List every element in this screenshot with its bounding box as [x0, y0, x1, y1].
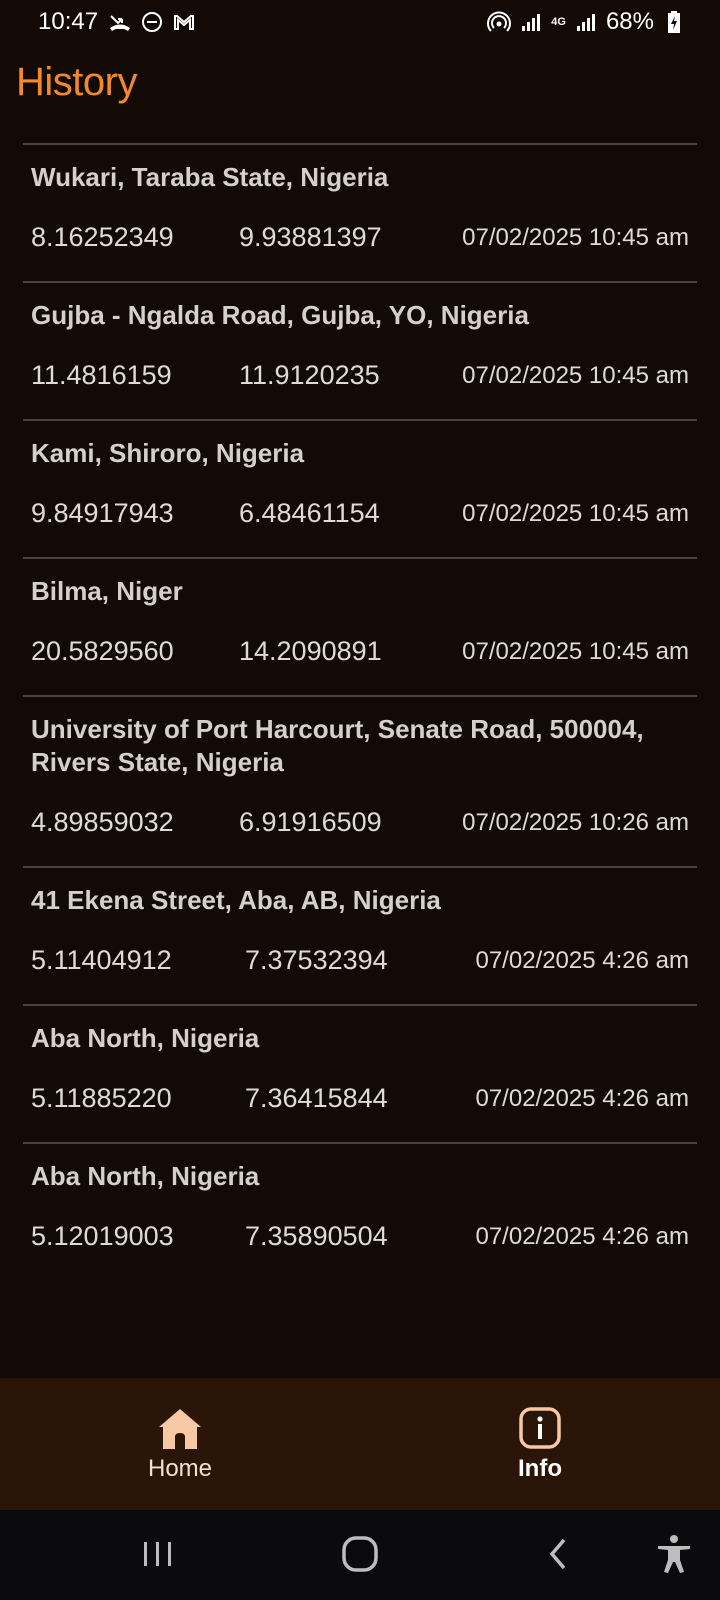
- bottom-nav: Home Info: [0, 1378, 720, 1510]
- status-time: 10:47: [38, 8, 99, 35]
- history-latitude: 4.89859032: [31, 807, 174, 837]
- history-place-name: Aba North, Nigeria: [31, 1023, 260, 1053]
- history-list-item[interactable]: Kami, Shiroro, Nigeria 9.84917943 6.484611…: [23, 419, 697, 557]
- status-left: 10:47: [38, 8, 196, 36]
- history-list-item[interactable]: University of Port Harcourt, Senate Road…: [23, 695, 697, 866]
- history-place-name: 41 Ekena Street, Aba, AB, Nigeria: [31, 885, 441, 915]
- battery-percent: 68%: [605, 8, 654, 35]
- history-place-name: University of Port Harcourt, Senate Road…: [31, 714, 644, 777]
- back-icon[interactable]: [536, 1530, 584, 1578]
- signal-icon: [522, 14, 541, 31]
- history-latitude: 20.5829560: [31, 636, 174, 666]
- history-list-item[interactable]: Bilma, Niger 20.5829560 14.2090891 07/02/20…: [23, 557, 697, 695]
- history-values-row: 4.89859032 6.91916509 07/02/2025 10:26 am: [31, 807, 689, 838]
- history-latitude: 8.16252349: [31, 222, 174, 252]
- history-latitude: 5.11885220: [31, 1083, 172, 1113]
- nav-info-button[interactable]: Info: [360, 1378, 720, 1510]
- history-values-row: 5.12019003 7.35890504 07/02/2025 4:26 am: [31, 1221, 689, 1252]
- history-place-name: Kami, Shiroro, Nigeria: [31, 438, 305, 468]
- history-values-row: 20.5829560 14.2090891 07/02/2025 10:45 am: [31, 636, 689, 667]
- status-bar: 10:47 4G 68%: [0, 0, 720, 46]
- nav-home-button[interactable]: Home: [0, 1378, 360, 1510]
- history-longitude: 11.9120235: [239, 360, 380, 390]
- history-list-item[interactable]: Wukari, Taraba State, Nigeria 8.16252349 9…: [23, 143, 697, 281]
- history-longitude: 7.36415844: [245, 1083, 388, 1113]
- history-longitude: 6.48461154: [239, 498, 380, 528]
- page-title: History: [16, 60, 137, 104]
- history-place-name: Wukari, Taraba State, Nigeria: [31, 162, 389, 192]
- history-place-name: Aba North, Nigeria: [31, 1161, 260, 1191]
- nav-home-label: Home: [147, 1455, 213, 1482]
- status-notification-icons: [108, 10, 196, 34]
- history-list-item[interactable]: Aba North, Nigeria 5.12019003 7.35890504 07…: [23, 1142, 697, 1280]
- info-icon: [519, 1407, 561, 1449]
- history-latitude: 5.11404912: [31, 945, 172, 975]
- history-values-row: 8.16252349 9.93881397 07/02/2025 10:45 am: [31, 222, 689, 253]
- history-longitude: 14.2090891: [239, 636, 382, 666]
- history-values-row: 5.11885220 7.36415844 07/02/2025 4:26 am: [31, 1083, 689, 1114]
- history-latitude: 11.4816159: [31, 360, 172, 390]
- battery-charging-icon: [668, 11, 680, 33]
- history-timestamp: 07/02/2025 10:45 am: [462, 223, 689, 251]
- signal-icon-2: [576, 14, 595, 31]
- history-values-row: 9.84917943 6.48461154 07/02/2025 10:45 am: [31, 498, 689, 529]
- history-timestamp: 07/02/2025 10:26 am: [462, 808, 689, 836]
- history-list-item[interactable]: Aba North, Nigeria 5.11885220 7.36415844 07…: [23, 1004, 697, 1142]
- history-timestamp: 07/02/2025 10:45 am: [462, 361, 689, 389]
- history-place-name: Gujba - Ngalda Road, Gujba, YO, Nigeria: [31, 300, 529, 330]
- history-values-row: 5.11404912 7.37532394 07/02/2025 4:26 am: [31, 945, 689, 976]
- history-timestamp: 07/02/2025 10:45 am: [462, 499, 689, 527]
- history-longitude: 9.93881397: [239, 222, 382, 252]
- network-type-label: 4G: [551, 15, 566, 28]
- accessibility-icon[interactable]: [650, 1530, 698, 1578]
- hotspot-icon: [487, 11, 512, 32]
- system-nav-bar: [0, 1510, 720, 1600]
- history-timestamp: 07/02/2025 4:26 am: [475, 1084, 689, 1112]
- history-longitude: 7.35890504: [245, 1221, 388, 1251]
- missed-call-icon: [110, 15, 131, 31]
- status-right: 4G 68%: [487, 8, 686, 36]
- gmail-icon: [174, 15, 195, 30]
- history-list-item[interactable]: Gujba - Ngalda Road, Gujba, YO, Nigeria 1…: [23, 281, 697, 419]
- history-list-item[interactable]: 41 Ekena Street, Aba, AB, Nigeria 5.11404…: [23, 866, 697, 1004]
- history-latitude: 5.12019003: [31, 1221, 174, 1251]
- nav-info-label: Info: [518, 1455, 562, 1482]
- history-values-row: 11.4816159 11.9120235 07/02/2025 10:45 am: [31, 360, 689, 391]
- do-not-disturb-icon: [142, 12, 163, 32]
- home-system-icon[interactable]: [336, 1530, 384, 1578]
- history-place-name: Bilma, Niger: [31, 576, 183, 606]
- history-latitude: 9.84917943: [31, 498, 174, 528]
- history-longitude: 6.91916509: [239, 807, 382, 837]
- history-timestamp: 07/02/2025 4:26 am: [475, 946, 689, 974]
- history-timestamp: 07/02/2025 4:26 am: [475, 1222, 689, 1250]
- history-longitude: 7.37532394: [245, 945, 388, 975]
- history-list[interactable]: Wukari, Taraba State, Nigeria 8.16252349 9…: [23, 143, 697, 1377]
- history-timestamp: 07/02/2025 10:45 am: [462, 637, 689, 665]
- recent-apps-icon[interactable]: [134, 1530, 182, 1578]
- home-icon: [159, 1409, 201, 1449]
